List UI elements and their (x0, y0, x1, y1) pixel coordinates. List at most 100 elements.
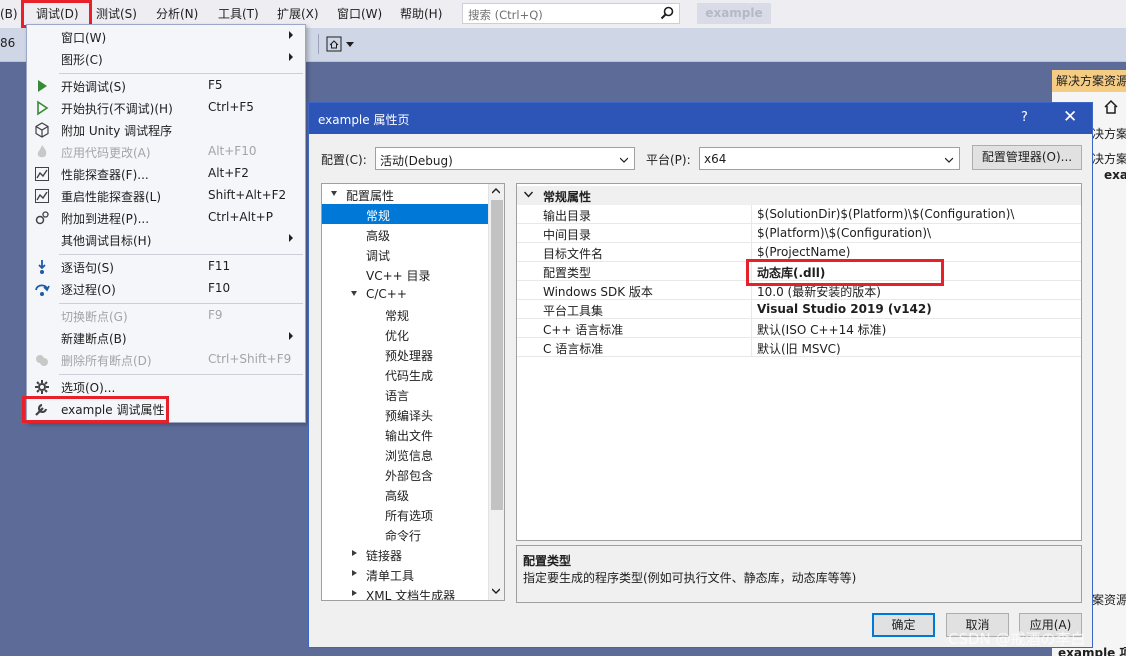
tree-node-cpp-child[interactable]: 常规 (322, 304, 488, 324)
menu-item-attach-unity[interactable]: 附加 Unity 调试程序 (27, 119, 305, 141)
grid-row-target-name[interactable]: 目标文件名 $(ProjectName) (517, 243, 1081, 262)
menu-test[interactable]: 测试(S) (96, 5, 137, 23)
menu-item-shortcut: Shift+Alt+F2 (208, 188, 287, 202)
play-icon (38, 80, 47, 92)
menu-item-step-over[interactable]: 逐过程(O) F10 (27, 278, 305, 300)
menu-item-performance-profiler[interactable]: 性能探查器(F)... Alt+F2 (27, 163, 305, 185)
menu-analyze[interactable]: 分析(N) (156, 5, 198, 23)
config-select[interactable]: 活动(Debug) (375, 147, 635, 170)
home-icon[interactable] (1103, 99, 1119, 115)
menu-help[interactable]: 帮助(H) (400, 5, 442, 23)
menu-item-attach-process[interactable]: 附加到进程(P)... Ctrl+Alt+P (27, 207, 305, 229)
menu-item-apply-code-changes[interactable]: 应用代码更改(A) Alt+F10 (27, 141, 305, 163)
ok-button[interactable]: 确定 (872, 613, 935, 637)
property-value: 默认(ISO C++14 标准) (757, 323, 887, 337)
menu-item-label: 开始调试(S) (61, 80, 126, 94)
menu-item-shortcut: F11 (208, 259, 231, 273)
platform-select[interactable]: x64 (699, 147, 960, 170)
grid-category-label: 常规属性 (543, 190, 592, 204)
watermark: CSDN @戒酒の李白 (948, 630, 1086, 648)
menu-item-shortcut: F10 (208, 281, 231, 295)
menu-extensions[interactable]: 扩展(X) (277, 5, 319, 23)
tree-node-xml-doc[interactable]: XML 文档生成器 (322, 584, 488, 600)
property-pages-dialog: example 属性页 ? ✕ 配置(C): 活动(Debug) 平台(P): … (308, 102, 1093, 648)
chevron-down-icon[interactable] (346, 42, 354, 48)
menu-item-step-into[interactable]: 逐语句(S) F11 (27, 256, 305, 278)
grid-row-platform-toolset[interactable]: 平台工具集 Visual Studio 2019 (v142) (517, 300, 1081, 319)
search-input[interactable]: 搜索 (Ctrl+Q) (462, 3, 680, 24)
property-value: 10.0 (最新安装的版本) (757, 285, 881, 299)
tree-node-config-properties[interactable]: 配置属性 (322, 184, 488, 204)
tree-node-manifest[interactable]: 清单工具 (322, 564, 488, 584)
menu-debug[interactable]: 调试(D) (36, 5, 79, 23)
help-button[interactable]: ? (1021, 110, 1028, 125)
platform-value: x64 (704, 152, 727, 166)
property-name: C 语言标准 (543, 342, 604, 356)
chevron-down-icon (620, 157, 628, 163)
menu-item-delete-all-breakpoints[interactable]: 删除所有断点(D) Ctrl+Shift+F9 (27, 349, 305, 371)
project-node[interactable]: exa (1104, 168, 1126, 182)
tree-scrollbar-thumb[interactable] (491, 200, 503, 510)
tree-node-cpp-child[interactable]: 浏览信息 (322, 444, 488, 464)
menu-build[interactable]: (B) (0, 5, 18, 23)
menu-item-shortcut: F9 (208, 308, 223, 322)
menu-window[interactable]: 窗口(W) (337, 5, 382, 23)
chevron-up-icon[interactable] (492, 188, 500, 194)
property-name: 平台工具集 (543, 304, 604, 318)
tree-node-cpp-child[interactable]: 优化 (322, 324, 488, 344)
tree-node-cpp-child[interactable]: 代码生成 (322, 364, 488, 384)
tree-node-vc-directories[interactable]: VC++ 目录 (322, 264, 488, 284)
grid-row-config-type[interactable]: 配置类型 动态库(.dll) (517, 262, 1081, 281)
menu-item-other-targets[interactable]: 其他调试目标(H) (27, 229, 305, 251)
property-value: $(SolutionDir)$(Platform)\$(Configuratio… (757, 207, 1015, 221)
grid-line (517, 356, 1081, 357)
tree-node-cpp-child[interactable]: 预编译头 (322, 404, 488, 424)
expand-icon (351, 291, 357, 296)
config-manager-button[interactable]: 配置管理器(O)... (972, 145, 1082, 170)
tree-node-cpp-child[interactable]: 外部包含 (322, 464, 488, 484)
tree-node-cpp-child[interactable]: 命令行 (322, 524, 488, 544)
tree-node-cpp-child[interactable]: 所有选项 (322, 504, 488, 524)
menu-item-new-breakpoint[interactable]: 新建断点(B) (27, 327, 305, 349)
tree-node-linker[interactable]: 链接器 (322, 544, 488, 564)
property-tree: 配置属性 常规 高级 调试 VC++ 目录 C/C++ 常规 优化 预处理器 代… (321, 183, 505, 601)
grid-row-output-dir[interactable]: 输出目录 $(SolutionDir)$(Platform)\$(Configur… (517, 205, 1081, 224)
grid-divider (751, 319, 752, 338)
close-button[interactable]: ✕ (1063, 107, 1077, 127)
config-label: 配置(C): (321, 153, 367, 167)
tree-node-cpp[interactable]: C/C++ (322, 284, 488, 304)
grid-row-intermediate-dir[interactable]: 中间目录 $(Platform)\$(Configuration)\ (517, 224, 1081, 243)
grid-category[interactable]: 常规属性 (517, 186, 1081, 205)
tree-node-label: C/C++ (366, 287, 407, 301)
grid-row-windows-sdk[interactable]: Windows SDK 版本 10.0 (最新安装的版本) (517, 281, 1081, 300)
tree-node-debugging[interactable]: 调试 (322, 244, 488, 264)
solution-explorer-header[interactable]: 解决方案资源 (1052, 70, 1126, 92)
tree-node-cpp-child[interactable]: 高级 (322, 484, 488, 504)
home-icon[interactable] (326, 36, 342, 52)
tree-node-cpp-child[interactable]: 语言 (322, 384, 488, 404)
menu-item-start-debugging[interactable]: 开始调试(S) F5 (27, 75, 305, 97)
menu-item-start-without-debugging[interactable]: 开始执行(不调试)(H) Ctrl+F5 (27, 97, 305, 119)
tree-node-general[interactable]: 常规 (322, 204, 488, 224)
grid-row-cpp-standard[interactable]: C++ 语言标准 默认(ISO C++14 标准) (517, 319, 1081, 338)
menu-item-restart-profiler[interactable]: 重启性能探查器(L) Shift+Alt+F2 (27, 185, 305, 207)
tree-node-label: 清单工具 (366, 569, 415, 583)
solution-explorer-tab[interactable]: 案资源 (1092, 591, 1126, 608)
debug-menu: 窗口(W) 图形(C) 开始调试(S) F5 开始执行(不调试)(H) Ctrl+F… (26, 24, 306, 423)
menu-tools[interactable]: 工具(T) (218, 5, 259, 23)
tree-node-cpp-child[interactable]: 输出文件 (322, 424, 488, 444)
play-outline-icon (37, 100, 49, 116)
property-name: Windows SDK 版本 (543, 285, 653, 299)
menu-item-options[interactable]: 选项(O)... (27, 376, 305, 398)
menu-item-debug-properties[interactable]: example 调试属性 (27, 398, 305, 420)
menu-item-label: 开始执行(不调试)(H) (61, 102, 173, 116)
grid-row-c-standard[interactable]: C 语言标准 默认(旧 MSVC) (517, 338, 1081, 357)
submenu-arrow-icon (289, 31, 293, 39)
menu-item-window[interactable]: 窗口(W) (27, 26, 305, 48)
tree-node-cpp-child[interactable]: 预处理器 (322, 344, 488, 364)
menu-item-toggle-breakpoint[interactable]: 切换断点(G) F9 (27, 305, 305, 327)
tree-node-advanced[interactable]: 高级 (322, 224, 488, 244)
tree-node-label: 常规 (385, 309, 410, 323)
chevron-down-icon[interactable] (492, 588, 500, 594)
menu-item-graphics[interactable]: 图形(C) (27, 48, 305, 70)
